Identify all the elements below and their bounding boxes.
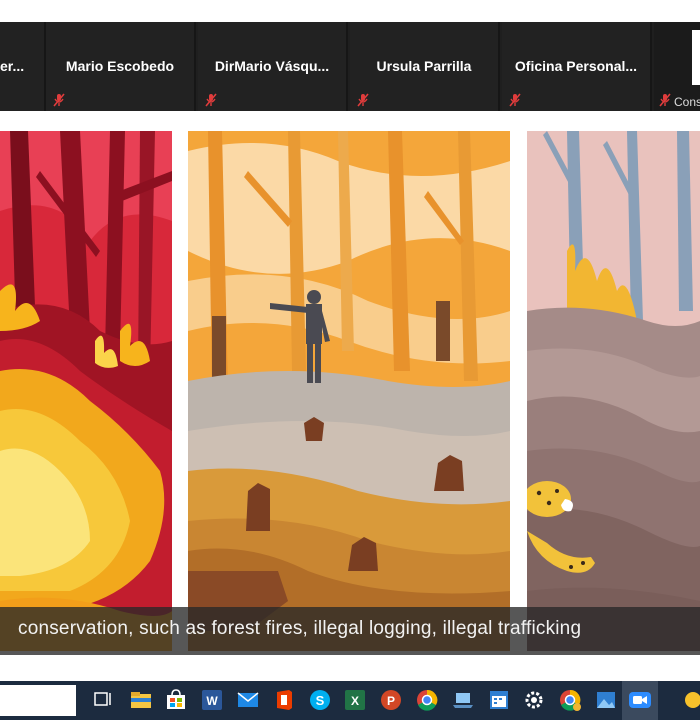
participant-tile[interactable]: er... [0, 22, 46, 111]
mail-icon[interactable] [235, 687, 261, 713]
participant-tile[interactable]: Cons [654, 22, 700, 111]
participant-gallery: er... Mario Escobedo DirMario Vásqu... U… [0, 22, 700, 111]
skype-icon[interactable]: S [307, 687, 333, 713]
svg-text:S: S [316, 693, 325, 708]
participant-tile[interactable]: Ursula Parrilla [350, 22, 500, 111]
laptop-icon[interactable] [450, 687, 476, 713]
file-explorer-icon[interactable] [128, 687, 154, 713]
window-top-edge [0, 0, 700, 22]
task-view-icon[interactable] [90, 687, 116, 713]
word-icon[interactable]: W [199, 687, 225, 713]
forest-fire-illustration [0, 131, 172, 651]
caption-text: conservation, such as forest fires, ille… [18, 618, 582, 639]
calendar-icon[interactable] [486, 687, 512, 713]
participant-name: Mario Escobedo [65, 58, 175, 74]
participant-name: Oficina Personal... [514, 58, 638, 74]
illegal-trafficking-illustration [527, 131, 700, 651]
store-icon[interactable] [163, 687, 189, 713]
muted-mic-icon [659, 93, 671, 107]
muted-mic-icon [509, 93, 521, 107]
caption-bar: conservation, such as forest fires, ille… [0, 607, 700, 655]
svg-text:X: X [351, 694, 359, 708]
participant-name: er... [0, 58, 25, 74]
chrome-profile-icon[interactable] [557, 687, 583, 713]
notification-icon[interactable] [680, 687, 700, 713]
participant-tile[interactable]: Mario Escobedo [46, 22, 196, 111]
participant-name: Ursula Parrilla [376, 58, 472, 74]
video-thumbnail [692, 30, 700, 85]
office-icon[interactable] [271, 687, 297, 713]
participant-name: Cons [674, 95, 700, 109]
svg-text:P: P [387, 694, 395, 708]
shared-screen[interactable]: conservation, such as forest fires, ille… [0, 111, 700, 681]
settings-icon[interactable] [521, 687, 547, 713]
taskbar: W S X P [0, 681, 700, 720]
powerpoint-icon[interactable]: P [378, 687, 404, 713]
muted-mic-icon [357, 93, 369, 107]
search-box[interactable] [0, 685, 76, 716]
photos-icon[interactable] [593, 687, 619, 713]
muted-mic-icon [53, 93, 65, 107]
illegal-logging-illustration [188, 131, 510, 651]
svg-text:W: W [206, 694, 218, 708]
chrome-icon[interactable] [414, 687, 440, 713]
muted-mic-icon [205, 93, 217, 107]
participant-name: DirMario Vásqu... [214, 58, 330, 74]
zoom-icon[interactable] [627, 687, 653, 713]
participant-tile[interactable]: Oficina Personal... [502, 22, 652, 111]
participant-tile[interactable]: DirMario Vásqu... [198, 22, 348, 111]
excel-icon[interactable]: X [342, 687, 368, 713]
